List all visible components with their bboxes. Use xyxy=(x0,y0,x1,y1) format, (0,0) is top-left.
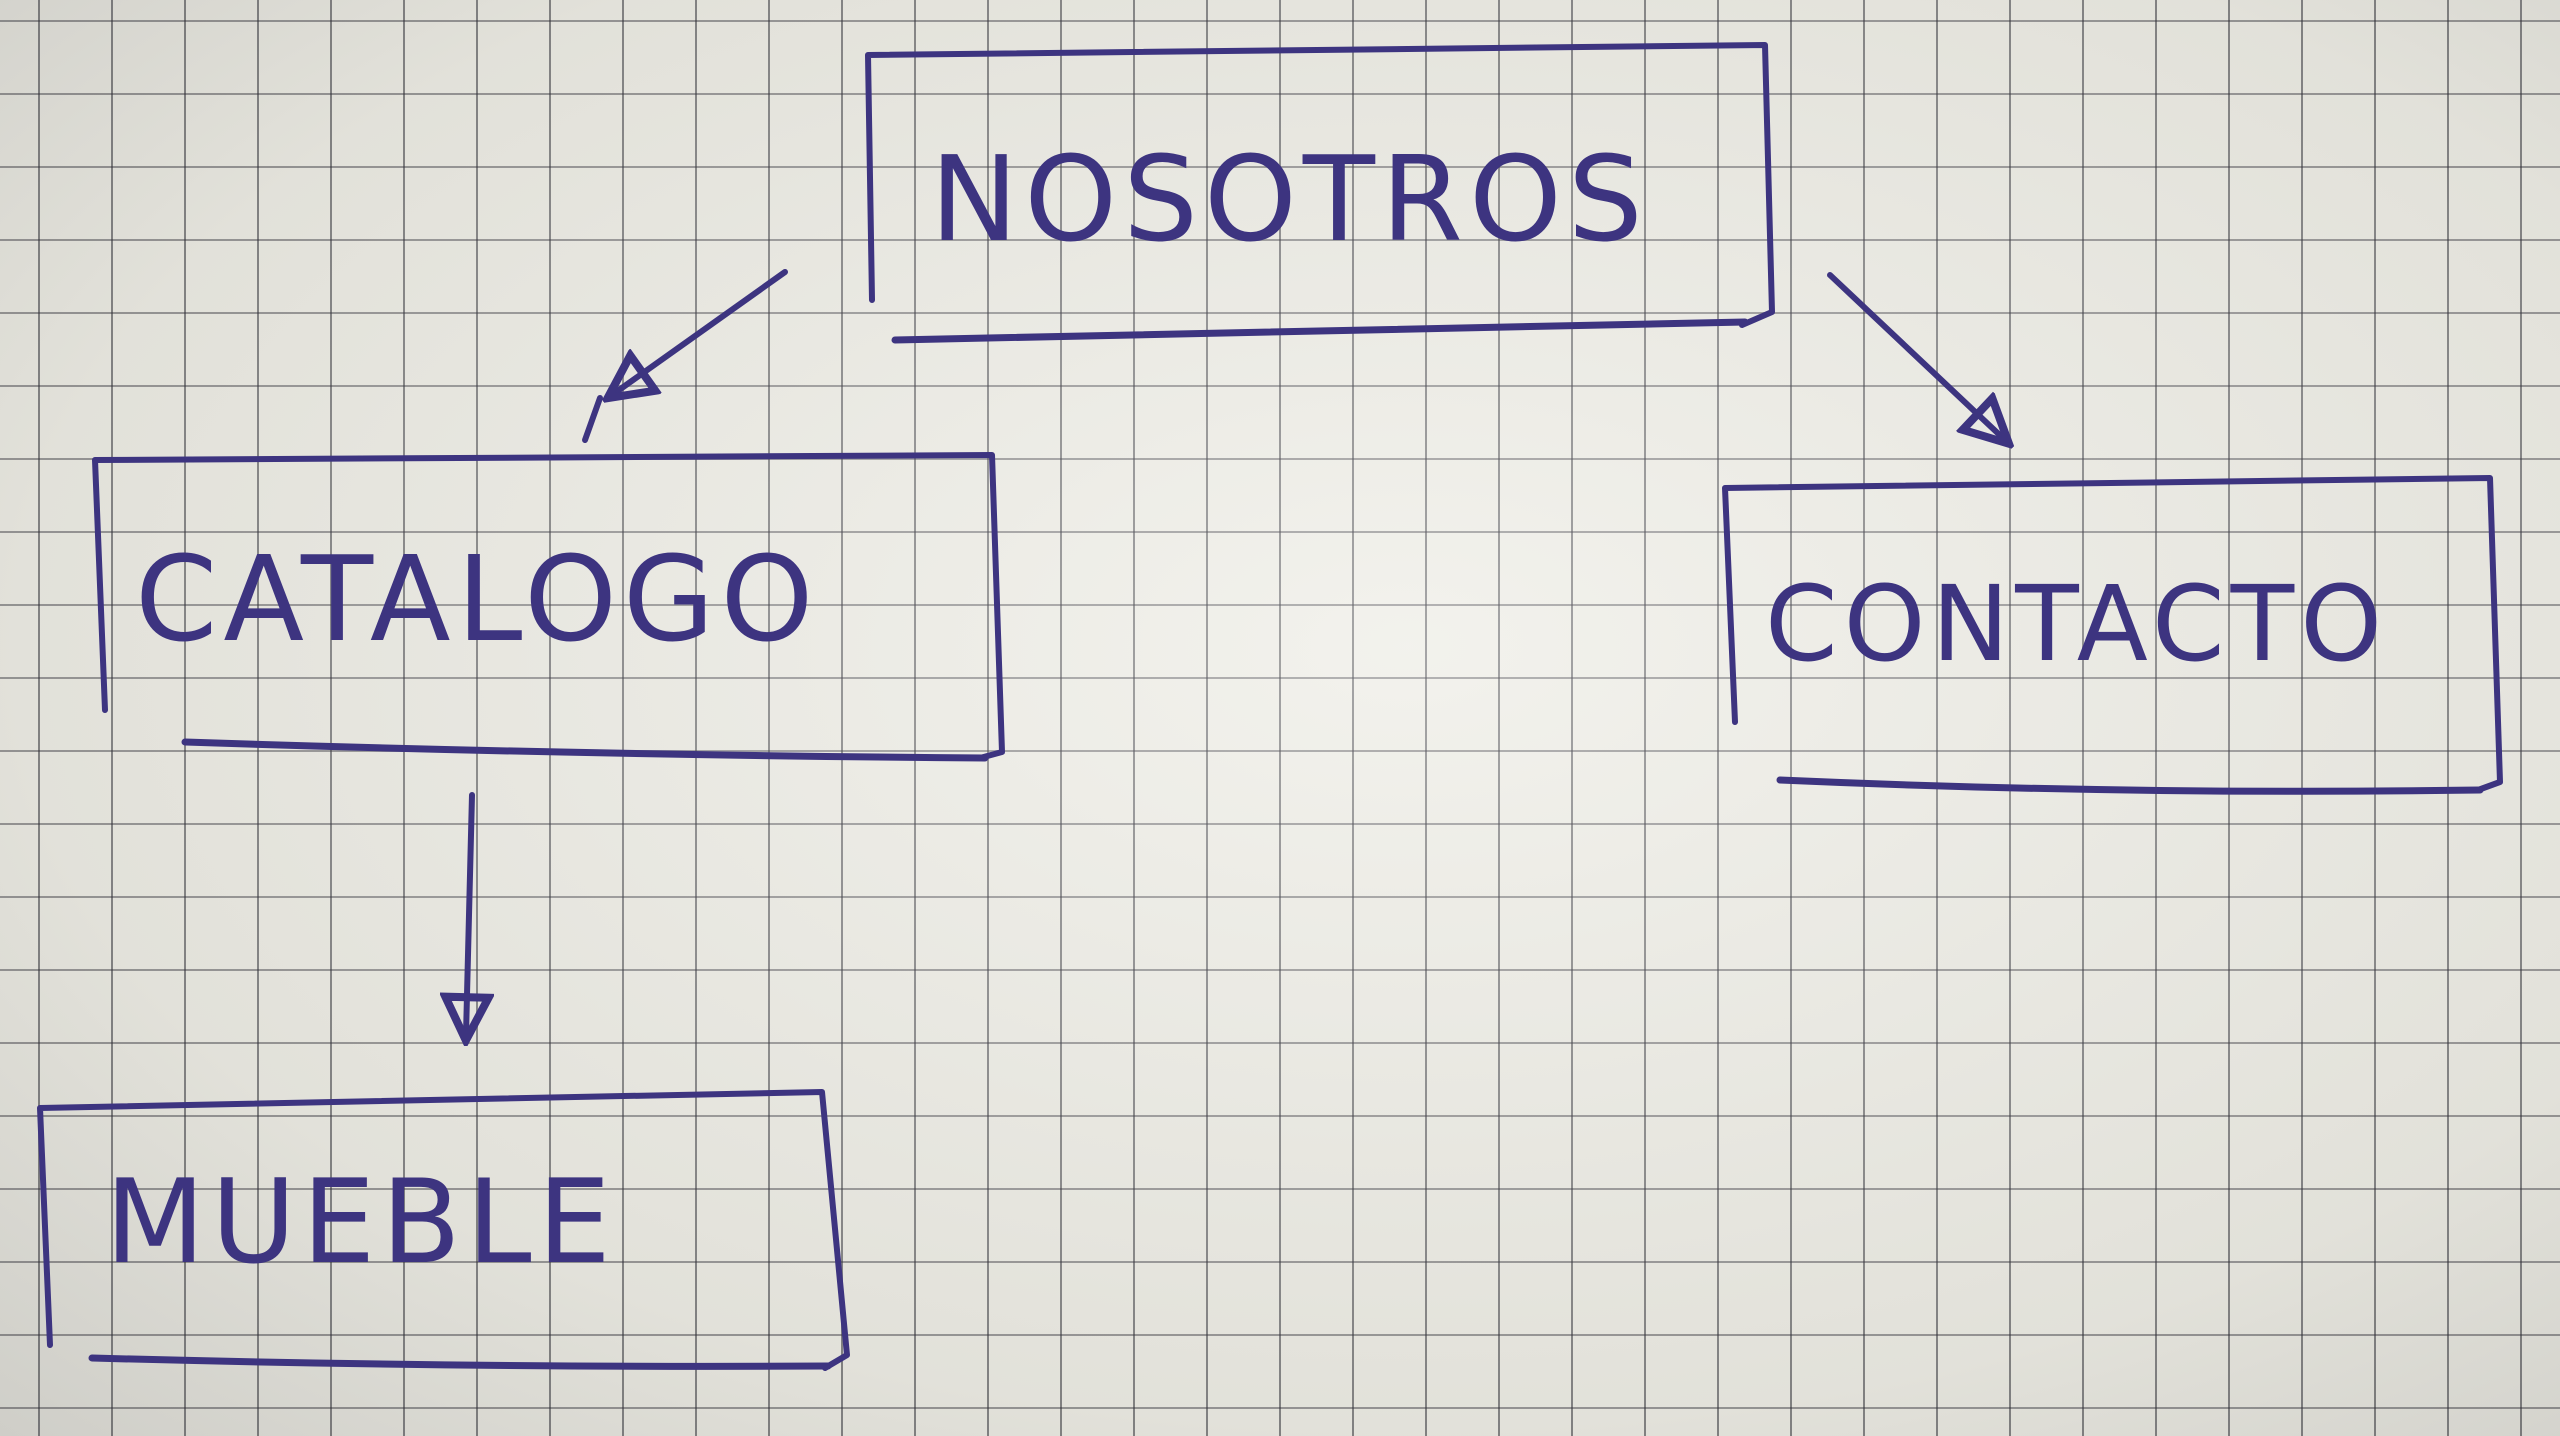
node-mueble-label: MUEBLE xyxy=(105,1155,617,1290)
node-contacto: CONTACTO xyxy=(1722,475,2503,795)
node-nosotros-label: NOSOTROS xyxy=(930,130,1649,268)
node-mueble-underline xyxy=(88,1354,832,1370)
sitemap-diagram: NOSOTROS CATALOGO CONTACTO MUEBLE xyxy=(37,42,2503,1371)
edge-nosotros-contacto xyxy=(1827,272,2005,440)
edge-nosotros-catalogo xyxy=(612,269,788,395)
edge-nosotros-catalogo-tail xyxy=(582,395,603,443)
node-contacto-label: CONTACTO xyxy=(1765,563,2388,685)
node-mueble: MUEBLE xyxy=(37,1089,850,1371)
node-nosotros-underline xyxy=(891,318,1749,344)
node-catalogo-label: CATALOGO xyxy=(135,530,819,668)
node-contacto-underline xyxy=(1776,776,2484,795)
node-catalogo: CATALOGO xyxy=(92,452,1005,762)
node-catalogo-underline xyxy=(181,738,989,762)
node-nosotros: NOSOTROS xyxy=(865,42,1775,344)
edge-catalogo-mueble xyxy=(466,792,472,1035)
